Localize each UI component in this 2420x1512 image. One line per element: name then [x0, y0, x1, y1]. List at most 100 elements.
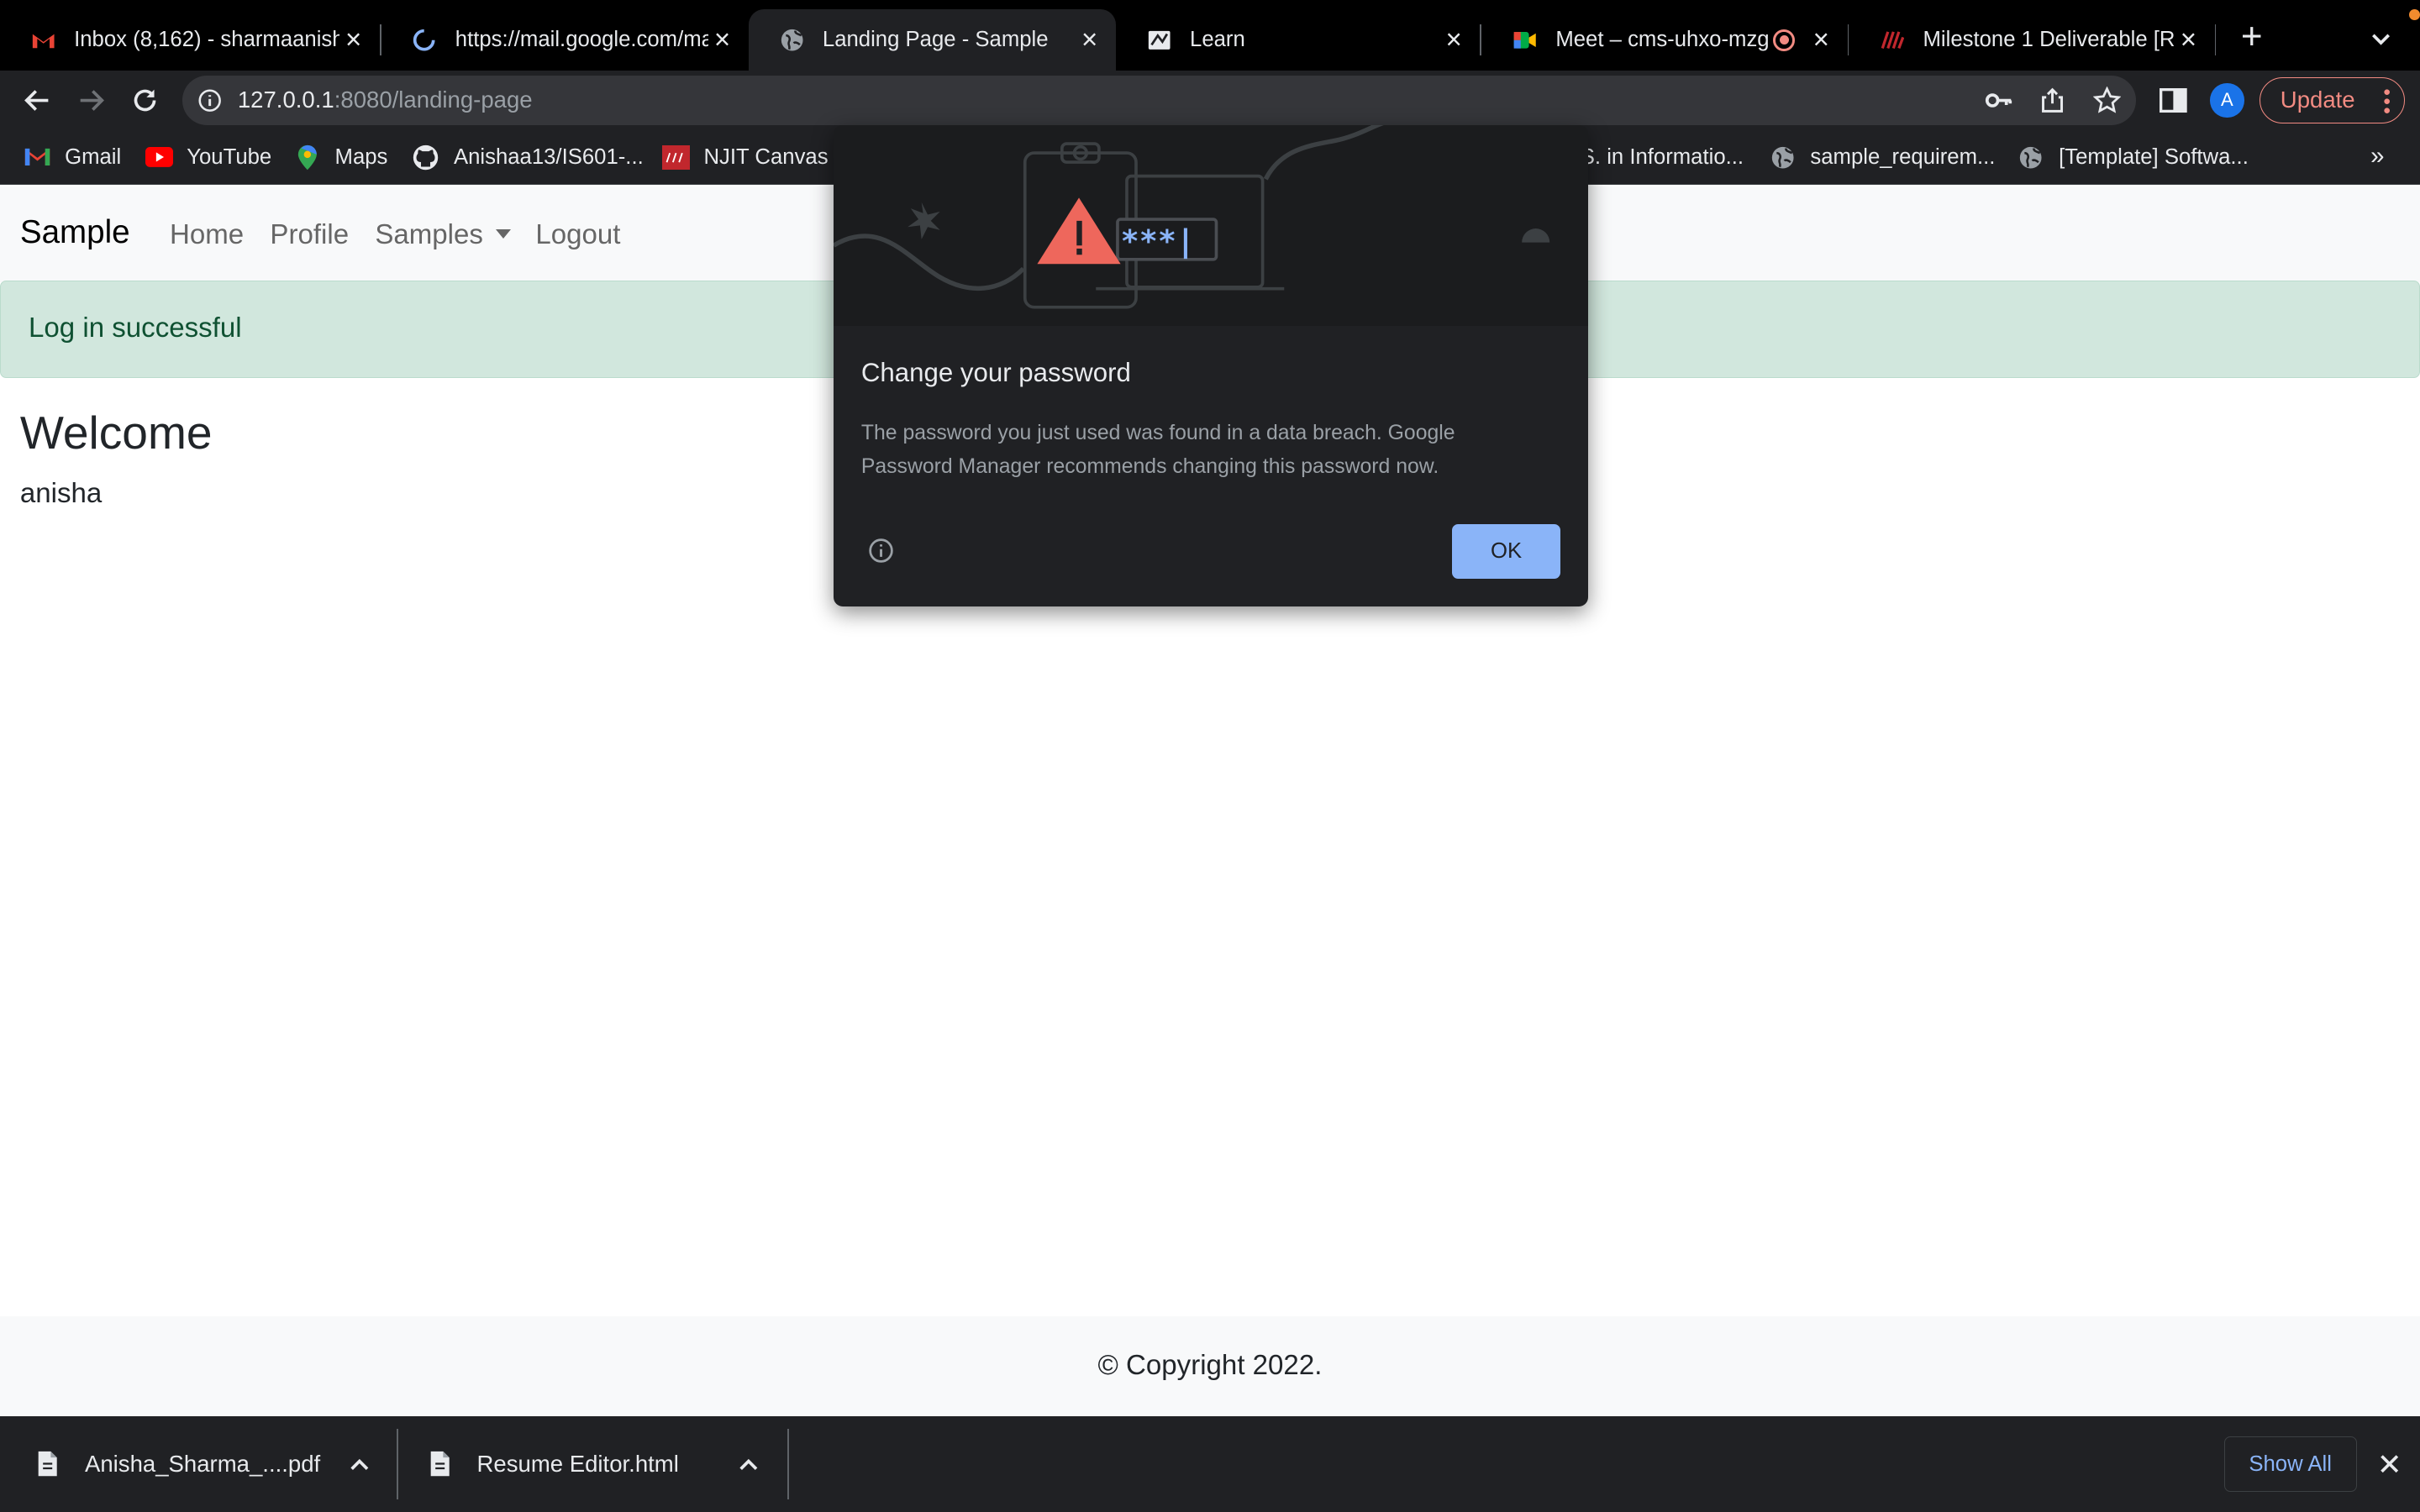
tab-separator: [2214, 24, 2217, 56]
tab-milestone[interactable]: Milestone 1 Deliverable [Re ×: [1849, 9, 2214, 71]
njit-icon: [1880, 28, 1905, 52]
dialog-title: Change your password: [860, 358, 1131, 388]
nav-home-link[interactable]: Home: [170, 219, 244, 251]
nav-logout-link[interactable]: Logout: [535, 219, 620, 251]
globe-icon: [780, 28, 804, 52]
profile-avatar[interactable]: A: [2210, 83, 2244, 118]
page-footer: © Copyright 2022.: [0, 1315, 2420, 1417]
tab-learn[interactable]: Learn ×: [1116, 9, 1480, 71]
browser-toolbar: 127.0.0.1:8080/landing-page A Update: [0, 71, 2420, 130]
download-shelf: Anisha_Sharma_....pdf Resume Editor.html…: [0, 1416, 2420, 1512]
forward-arrow-icon: [80, 90, 104, 111]
close-icon[interactable]: ×: [1440, 24, 1468, 55]
github-icon: [412, 144, 439, 171]
navbar-brand[interactable]: Sample: [20, 214, 130, 251]
bookmark-njit-canvas[interactable]: NJIT Canvas |: [661, 144, 840, 171]
njit-icon: [661, 144, 690, 170]
bookmark-label: [Template] Softwa...: [2059, 144, 2249, 169]
download-filename: Anisha_Sharma_....pdf: [84, 1451, 321, 1478]
download-item-html[interactable]: Resume Editor.html: [428, 1416, 775, 1512]
youtube-icon: [145, 145, 173, 170]
bookmark-label: YouTube: [187, 144, 272, 169]
masked-password-text: ***|: [1120, 223, 1194, 260]
bookmark-gmail[interactable]: Gmail: [24, 144, 122, 171]
close-icon[interactable]: ×: [1807, 24, 1835, 55]
tab-title: Milestone 1 Deliverable [Re: [1923, 28, 2175, 52]
nav-samples-label: Samples: [375, 218, 483, 250]
bookmark-informatics[interactable]: S. in Informatio...: [1581, 144, 1744, 171]
bookmark-sample-requirements[interactable]: sample_requirem...: [1769, 144, 1996, 171]
update-label: Update: [2280, 87, 2355, 113]
bookmark-label: Gmail: [65, 144, 122, 169]
back-arrow-icon: [24, 90, 48, 111]
update-button[interactable]: Update: [2259, 76, 2405, 123]
tab-title: Inbox (8,162) - sharmaanish: [74, 28, 340, 52]
close-icon[interactable]: ×: [1076, 24, 1103, 55]
nav-profile-link[interactable]: Profile: [270, 219, 349, 251]
close-icon[interactable]: [2377, 1452, 2402, 1476]
close-icon[interactable]: ×: [339, 24, 367, 55]
new-tab-button[interactable]: +: [2235, 18, 2269, 55]
password-key-icon[interactable]: [1985, 87, 2012, 114]
tab-title: Learn: [1190, 28, 1245, 52]
bookmark-label: Maps: [334, 144, 388, 169]
side-panel-icon[interactable]: [2158, 87, 2189, 114]
password-breach-dialog: ***| Change your password The password y…: [833, 124, 1588, 606]
share-icon[interactable]: [2039, 87, 2066, 114]
bookmark-label: NJIT Canvas |: [703, 144, 840, 169]
download-item-pdf[interactable]: Anisha_Sharma_....pdf: [35, 1416, 382, 1512]
url-text[interactable]: 127.0.0.1:8080/landing-page: [238, 87, 533, 113]
page-title: Welcome: [19, 407, 213, 459]
chevron-up-icon: [739, 1458, 758, 1470]
url-host: 127.0.0.1: [237, 86, 334, 113]
bookmark-label: S. in Informatio...: [1580, 144, 1744, 169]
close-icon[interactable]: ×: [2175, 24, 2202, 55]
meet-icon: [1512, 28, 1537, 52]
alert-message: Log in successful: [29, 312, 242, 344]
globe-icon: [2018, 145, 2045, 170]
shelf-separator: [397, 1428, 398, 1500]
close-icon[interactable]: ×: [708, 24, 736, 55]
download-filename: Resume Editor.html: [476, 1451, 679, 1478]
tab-gmail-loading[interactable]: https://mail.google.com/ma ×: [381, 9, 749, 71]
bookmark-label: Anishaa13/IS601-...: [453, 144, 644, 169]
tab-title: Meet – cms-uhxo-mzg: [1555, 28, 1770, 52]
learn-icon: [1147, 28, 1171, 52]
url-path: :8080/landing-page: [334, 86, 533, 113]
loading-spinner-icon: [412, 28, 436, 52]
shelf-separator: [786, 1428, 789, 1500]
tab-title: Landing Page - Sample: [822, 28, 1049, 52]
address-bar[interactable]: 127.0.0.1:8080/landing-page: [182, 75, 2136, 125]
chevron-up-icon: [350, 1458, 369, 1470]
bookmark-maps[interactable]: Maps: [293, 144, 387, 171]
tab-gmail-inbox[interactable]: Inbox (8,162) - sharmaanish ×: [0, 9, 380, 71]
reload-button[interactable]: [125, 81, 166, 121]
gmail-icon: [24, 145, 51, 170]
tab-search-chevron-icon[interactable]: [2367, 24, 2395, 52]
bookmarks-overflow-button[interactable]: »: [2370, 142, 2384, 171]
recording-icon: [1773, 29, 1796, 51]
show-all-button[interactable]: Show All: [2223, 1436, 2357, 1493]
file-icon: [38, 1452, 57, 1477]
password-warning-illustration: ***|: [833, 124, 1588, 326]
bookmark-label: sample_requirem...: [1810, 144, 1996, 169]
username-text: anisha: [19, 478, 103, 510]
maps-icon: [293, 144, 321, 171]
tab-meet[interactable]: Meet – cms-uhxo-mzg ×: [1481, 9, 1847, 71]
back-button[interactable]: [17, 81, 57, 121]
bookmark-template-software[interactable]: [Template] Softwa...: [2018, 144, 2249, 171]
tab-title: https://mail.google.com/ma: [455, 28, 709, 52]
bookmark-star-icon[interactable]: [2092, 86, 2121, 114]
caret-down-icon: [495, 229, 511, 239]
bookmark-youtube[interactable]: YouTube: [145, 144, 272, 171]
ok-button[interactable]: OK: [1452, 524, 1560, 579]
bookmark-github[interactable]: Anishaa13/IS601-...: [412, 144, 644, 171]
tab-landing-page[interactable]: Landing Page - Sample ×: [748, 9, 1116, 71]
info-icon[interactable]: [867, 537, 895, 564]
forward-button[interactable]: [71, 81, 111, 121]
info-icon[interactable]: [197, 88, 222, 113]
file-icon: [430, 1452, 450, 1477]
gmail-icon: [31, 28, 55, 52]
tab-strip: Inbox (8,162) - sharmaanish × https://ma…: [0, 0, 2420, 71]
nav-samples-dropdown[interactable]: Samples: [375, 218, 511, 251]
